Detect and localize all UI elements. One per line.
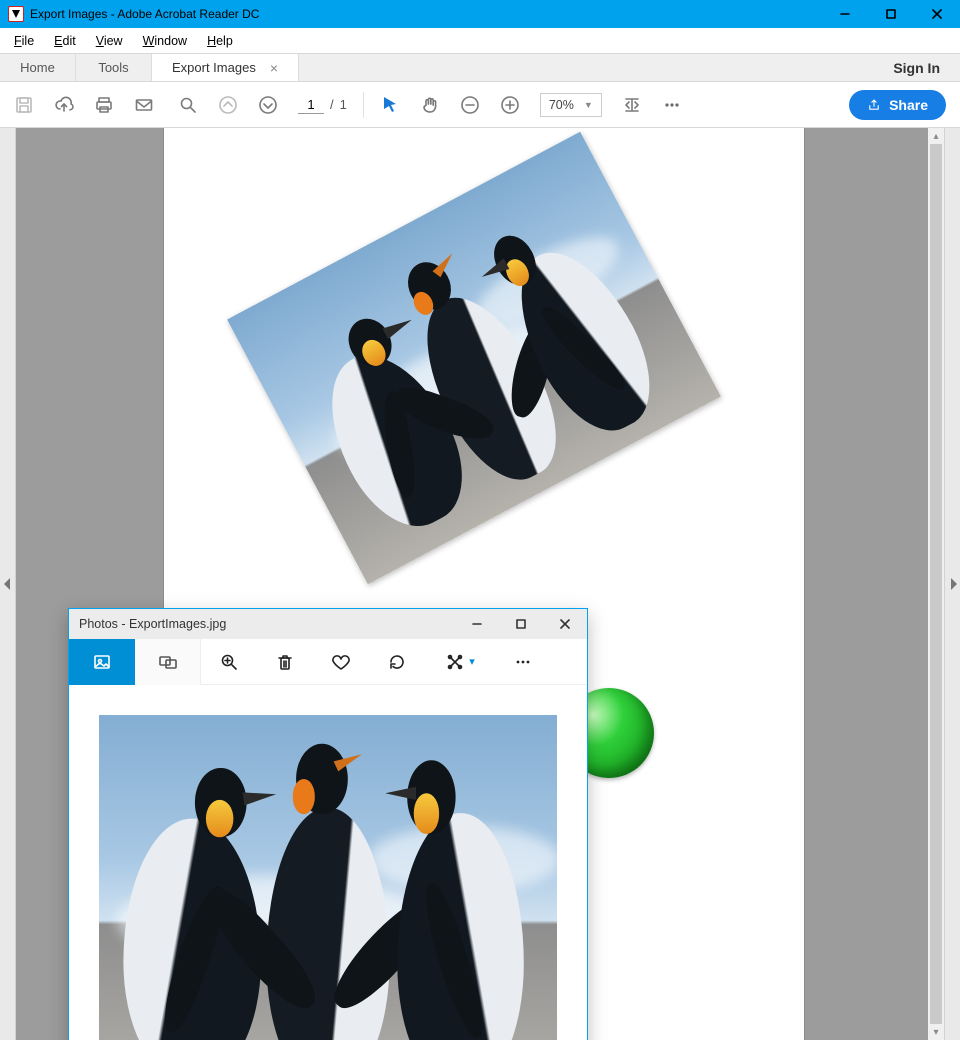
photos-rotate-icon[interactable]: [369, 652, 425, 672]
minimize-button[interactable]: [822, 0, 868, 28]
document-area[interactable]: Photos - ExportImages.jpg: [16, 128, 928, 1040]
photos-window: Photos - ExportImages.jpg: [68, 608, 588, 1040]
menubar: File Edit View Window Help: [0, 28, 960, 54]
tab-tools[interactable]: Tools: [76, 54, 152, 81]
photos-image-penguins[interactable]: [99, 715, 557, 1040]
main-toolbar: / 1 70% ▼ Share: [0, 82, 960, 128]
zoom-level-dropdown[interactable]: 70% ▼: [540, 93, 602, 117]
menu-help[interactable]: Help: [197, 32, 243, 50]
menu-view[interactable]: View: [86, 32, 133, 50]
photos-favorite-icon[interactable]: [313, 652, 369, 672]
right-pane-toggle[interactable]: [944, 128, 960, 1040]
left-pane-toggle[interactable]: [0, 128, 16, 1040]
photos-maximize-button[interactable]: [499, 609, 543, 639]
more-tools-icon[interactable]: [662, 95, 682, 115]
page-down-icon[interactable]: [258, 95, 278, 115]
zoom-in-icon[interactable]: [500, 95, 520, 115]
embedded-image-penguins-rotated: [227, 132, 721, 585]
tabbar: Home Tools Export Images × Sign In: [0, 54, 960, 82]
menu-window[interactable]: Window: [133, 32, 197, 50]
toolbar-separator: [363, 92, 364, 118]
share-button-label: Share: [889, 97, 928, 113]
photos-body: [69, 685, 587, 1040]
window-title: Export Images - Adobe Acrobat Reader DC: [30, 7, 259, 21]
scroll-up-icon[interactable]: ▴: [928, 128, 944, 144]
photos-toolbar: ▾: [69, 639, 587, 685]
photos-title-text: Photos - ExportImages.jpg: [79, 617, 226, 631]
mail-icon[interactable]: [134, 95, 154, 115]
menu-edit[interactable]: Edit: [44, 32, 86, 50]
photos-delete-icon[interactable]: [257, 652, 313, 672]
scroll-track[interactable]: [928, 144, 944, 1024]
share-button[interactable]: Share: [849, 90, 946, 120]
page-current-input[interactable]: [298, 96, 324, 114]
sign-in-link[interactable]: Sign In: [893, 60, 940, 76]
page-separator: /: [330, 97, 334, 112]
print-icon[interactable]: [94, 95, 114, 115]
titlebar: Export Images - Adobe Acrobat Reader DC: [0, 0, 960, 28]
fit-width-icon[interactable]: [622, 95, 642, 115]
chevron-down-icon: ▼: [584, 100, 593, 110]
page-total: 1: [340, 97, 347, 112]
photos-close-button[interactable]: [543, 609, 587, 639]
photos-titlebar[interactable]: Photos - ExportImages.jpg: [69, 609, 587, 639]
photos-more-icon[interactable]: [495, 652, 551, 672]
maximize-button[interactable]: [868, 0, 914, 28]
cloud-upload-icon[interactable]: [54, 95, 74, 115]
hand-tool-icon[interactable]: [420, 95, 440, 115]
tab-document[interactable]: Export Images ×: [152, 54, 299, 81]
workspace: Photos - ExportImages.jpg: [0, 128, 960, 1040]
zoom-level-value: 70%: [549, 98, 574, 112]
tab-document-label: Export Images: [172, 60, 256, 75]
vertical-scrollbar[interactable]: ▴ ▾: [928, 128, 944, 1040]
search-icon[interactable]: [178, 95, 198, 115]
tab-close-icon[interactable]: ×: [270, 60, 278, 76]
page-navigator: / 1: [298, 96, 347, 114]
page-up-icon[interactable]: [218, 95, 238, 115]
photos-tab-compare[interactable]: [135, 639, 201, 685]
scroll-thumb[interactable]: [930, 144, 942, 1024]
chevron-down-icon: ▾: [469, 655, 475, 668]
save-icon[interactable]: [14, 95, 34, 115]
selection-tool-icon[interactable]: [380, 95, 400, 115]
menu-file[interactable]: File: [4, 32, 44, 50]
photos-zoom-icon[interactable]: [201, 652, 257, 672]
photos-edit-dropdown[interactable]: ▾: [425, 652, 495, 672]
photos-tab-view[interactable]: [69, 639, 135, 685]
app-icon: [8, 6, 24, 22]
close-button[interactable]: [914, 0, 960, 28]
tab-home[interactable]: Home: [0, 54, 76, 81]
scroll-down-icon[interactable]: ▾: [928, 1024, 944, 1040]
zoom-out-icon[interactable]: [460, 95, 480, 115]
photos-minimize-button[interactable]: [455, 609, 499, 639]
